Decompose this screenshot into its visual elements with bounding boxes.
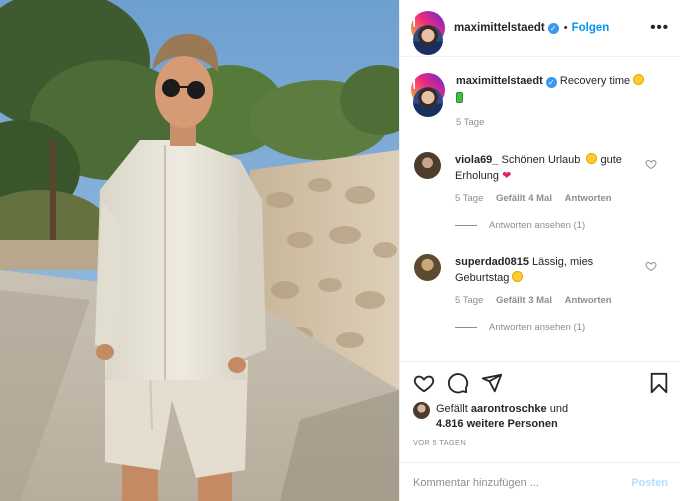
view-replies-label: Antworten ansehen (1) [489, 322, 586, 333]
replies-line [455, 327, 477, 328]
liked-by: Gefällt aarontroschke und 4.816 weitere … [413, 402, 568, 432]
action-icons [413, 372, 503, 394]
comment-item: viola69_ Schönen Urlaub gute Erholung ❤ … [414, 152, 671, 231]
comment-likes[interactable]: Gefällt 3 Mal [496, 295, 552, 306]
heart-icon[interactable] [413, 372, 435, 394]
commenter-avatar[interactable] [414, 254, 441, 281]
caption-text: Recovery time [559, 75, 631, 87]
photo-illustration [0, 0, 399, 501]
post-comment-button[interactable]: Posten [631, 477, 668, 489]
comment-username[interactable]: viola69_ [455, 154, 498, 166]
view-replies[interactable]: Antworten ansehen (1) [455, 322, 640, 333]
commenter-avatar[interactable] [414, 152, 441, 179]
post-header: maximittelstaedt ✓ • Folgen ••• [400, 0, 680, 69]
caption-username[interactable]: maximittelstaedt [456, 75, 543, 87]
view-replies[interactable]: Antworten ansehen (1) [455, 220, 640, 231]
laughing-emoji-icon [512, 271, 524, 282]
comment-likes[interactable]: Gefällt 4 Mal [496, 193, 552, 204]
battery-emoji-icon [456, 92, 463, 103]
post-actions: Gefällt aarontroschke und 4.816 weitere … [400, 361, 680, 501]
comment-username[interactable]: superdad0815 [455, 256, 529, 268]
header-separator: • [563, 22, 568, 34]
comment-item: superdad0815 Lässig, mies Geburtstag 5 T… [414, 254, 671, 333]
sun-emoji-icon [633, 74, 645, 85]
caption-avatar[interactable] [411, 73, 445, 131]
post-photo[interactable] [0, 0, 399, 501]
follow-button[interactable]: Folgen [572, 22, 610, 34]
sun-emoji-icon [586, 153, 598, 164]
comments-list[interactable]: maximittelstaedt ✓ Recovery time 5 Tage v… [400, 57, 680, 361]
replies-line [455, 225, 477, 226]
liker-username[interactable]: aarontroschke [471, 403, 547, 415]
liked-middle: und [549, 403, 569, 415]
comment-like-heart-icon[interactable] [645, 260, 657, 272]
liked-prefix: Gefällt [436, 403, 468, 415]
caption: maximittelstaedt ✓ Recovery time 5 Tage [411, 73, 671, 131]
reply-button[interactable]: Antworten [565, 295, 612, 306]
verified-badge-icon: ✓ [545, 77, 557, 88]
comment-like-heart-icon[interactable] [645, 158, 657, 170]
other-likers[interactable]: 4.816 weitere Personen [436, 418, 558, 430]
add-comment-bar: Posten [400, 462, 680, 501]
post-date[interactable]: VOR 5 TAGEN [413, 438, 466, 447]
comment-time[interactable]: 5 Tage [455, 193, 483, 204]
more-icon[interactable]: ••• [650, 19, 669, 36]
liker-avatar[interactable] [413, 402, 430, 419]
bookmark-icon[interactable] [648, 372, 670, 394]
share-icon[interactable] [481, 372, 503, 394]
post-side-panel: maximittelstaedt ✓ • Folgen ••• maximitt… [399, 0, 680, 501]
comment-input[interactable] [413, 476, 613, 489]
heart-emoji-icon: ❤ [502, 170, 512, 182]
verified-badge-icon: ✓ [547, 22, 559, 34]
view-replies-label: Antworten ansehen (1) [489, 220, 586, 231]
comment-time[interactable]: 5 Tage [455, 295, 483, 306]
comment-icon[interactable] [447, 372, 469, 394]
author-avatar[interactable] [411, 11, 445, 69]
author-username[interactable]: maximittelstaedt [454, 22, 545, 34]
reply-button[interactable]: Antworten [565, 193, 612, 204]
comment-text: Schönen Urlaub [501, 154, 581, 166]
caption-time[interactable]: 5 Tage [456, 117, 484, 128]
